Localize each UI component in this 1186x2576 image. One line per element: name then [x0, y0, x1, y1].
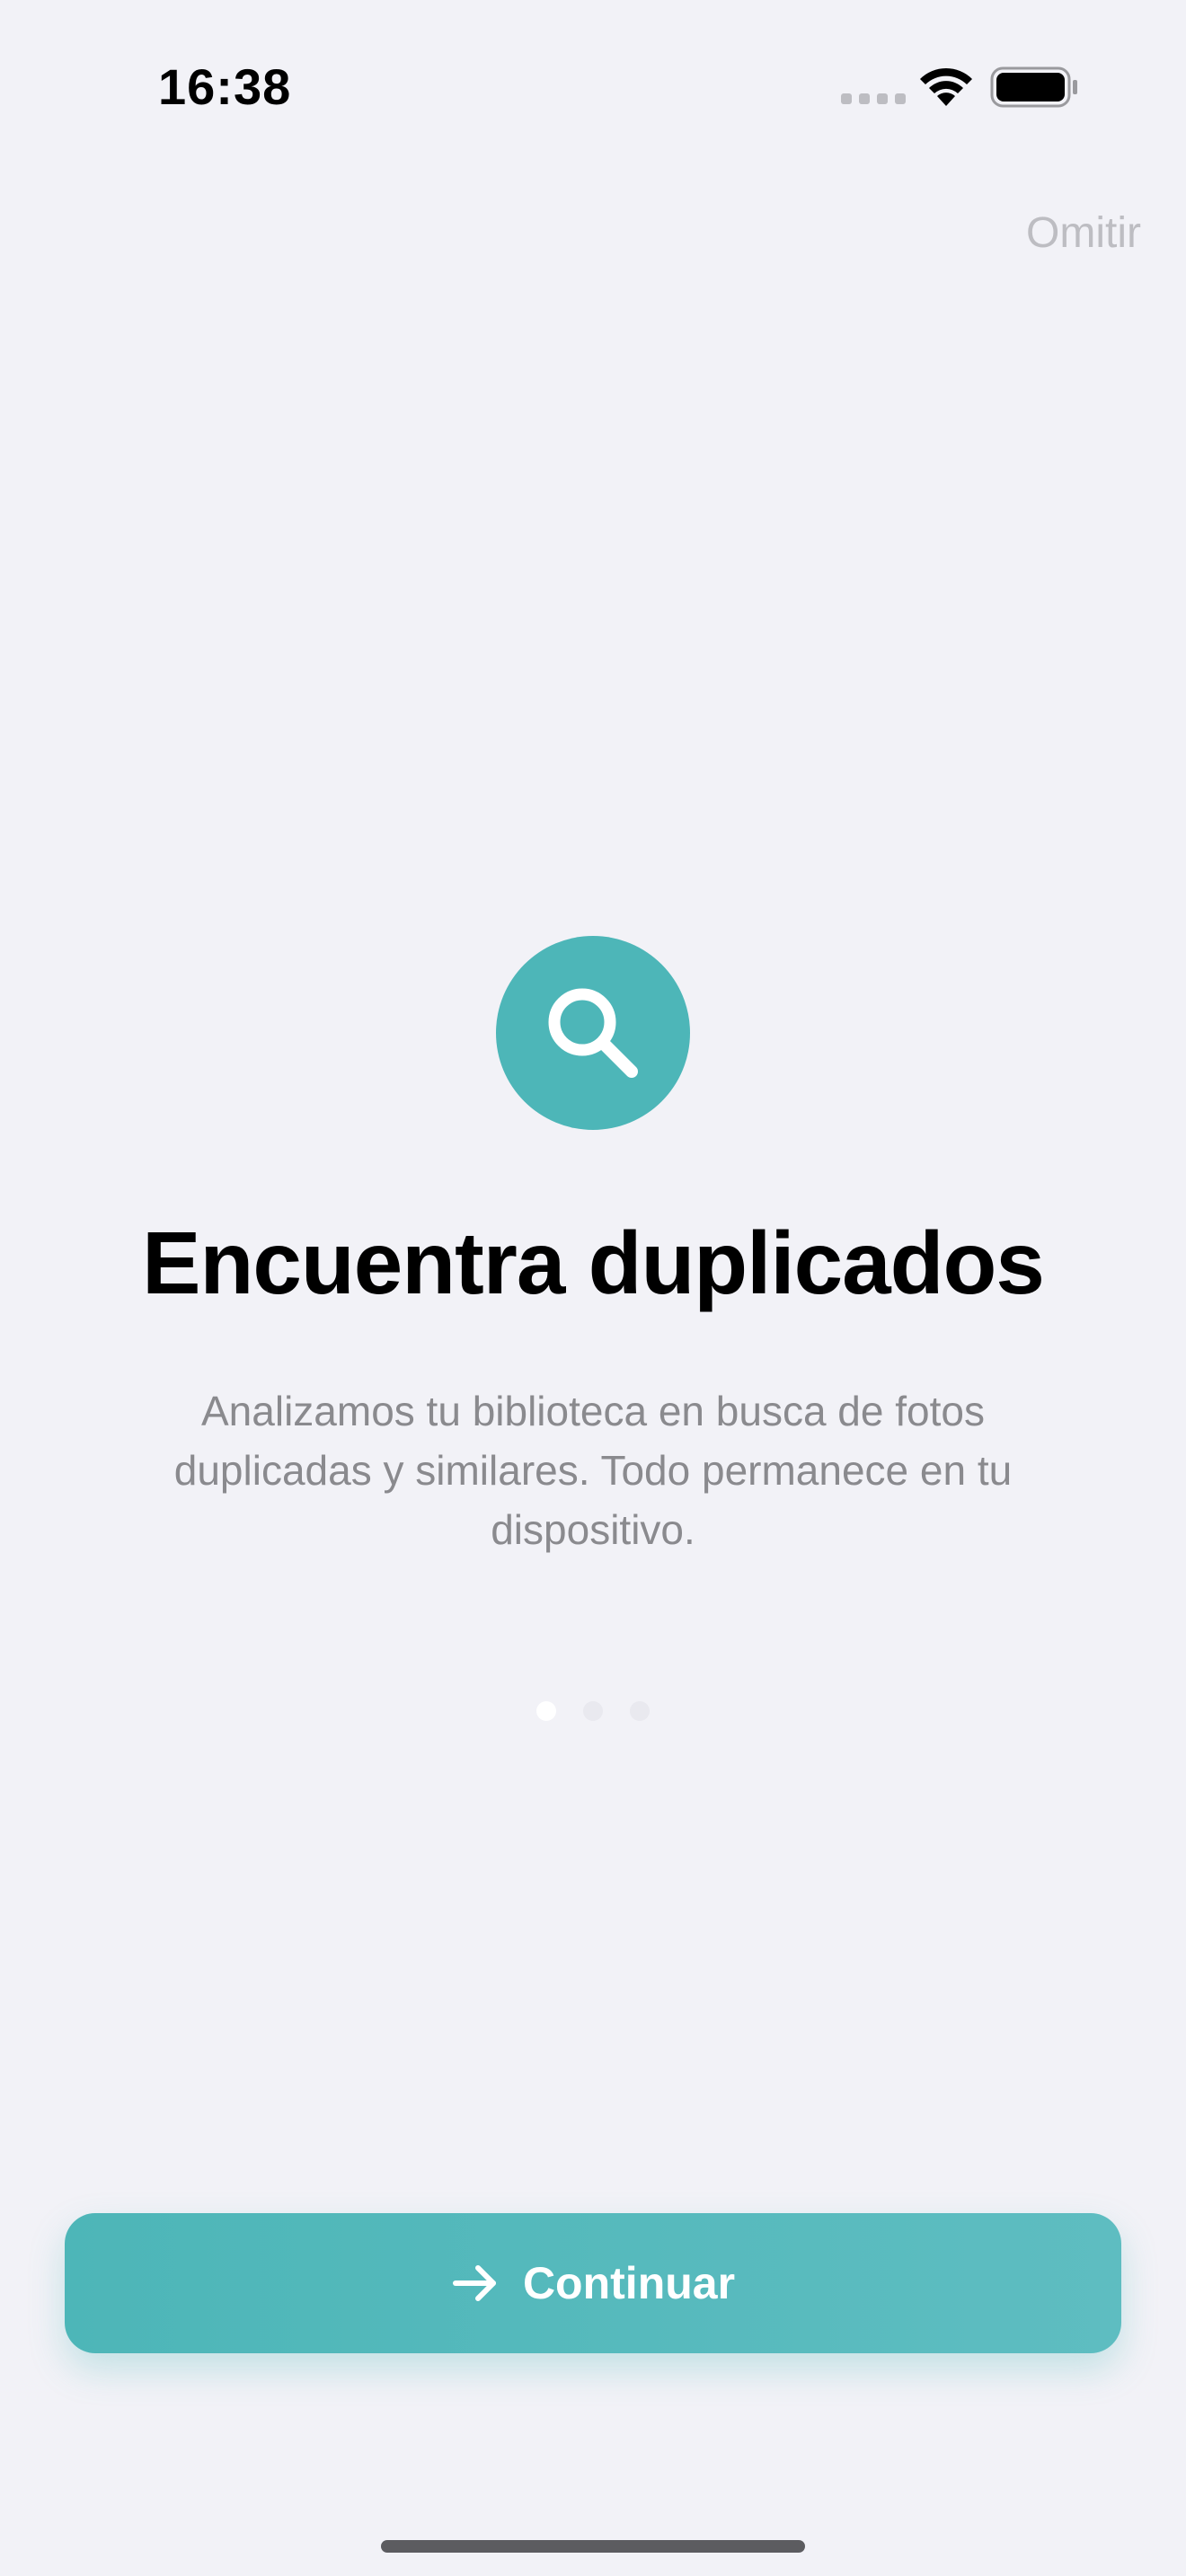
search-icon	[548, 988, 638, 1078]
page-indicator[interactable]	[0, 1701, 1186, 1721]
status-time: 16:38	[158, 58, 292, 115]
cellular-signal-icon	[841, 93, 906, 104]
onboarding-description: Analizamos tu biblioteca en busca de fot…	[173, 1388, 1013, 1553]
continue-button[interactable]: Continuar	[65, 2213, 1121, 2353]
arrow-right-icon	[452, 2265, 496, 2301]
page-dot-2[interactable]	[583, 1701, 603, 1721]
status-bar: 16:38	[0, 0, 1186, 180]
page-dot-3[interactable]	[630, 1701, 650, 1721]
continue-label: Continuar	[522, 2258, 736, 2308]
page-dot-1[interactable]	[536, 1701, 556, 1721]
onboarding-title: Encuentra duplicados	[142, 1213, 1045, 1312]
home-indicator[interactable]	[381, 2540, 805, 2553]
battery-icon	[990, 66, 1077, 108]
onboarding-icon-circle	[496, 936, 690, 1130]
skip-button[interactable]: Omitir	[1026, 208, 1141, 258]
wifi-icon	[920, 67, 972, 106]
